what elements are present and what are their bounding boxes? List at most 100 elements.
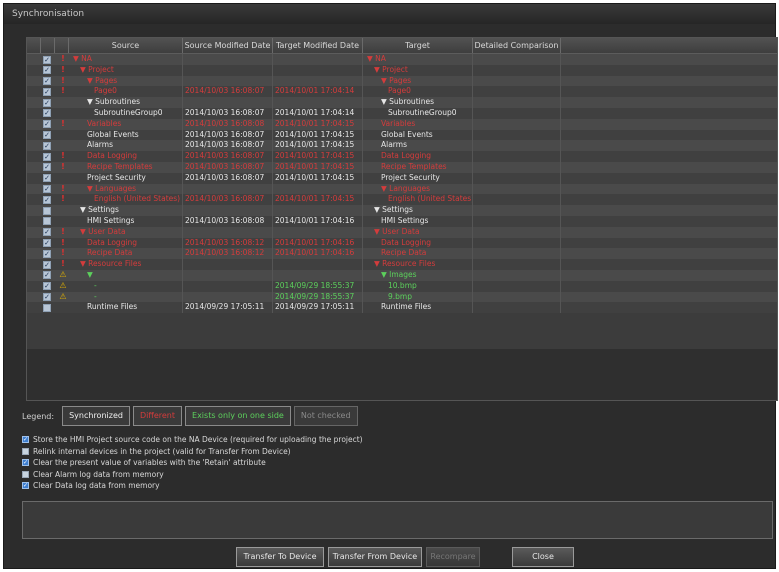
header-source-modified-date[interactable]: Source Modified Date: [183, 38, 273, 53]
cell-detailed-comparison: [473, 75, 561, 87]
transfer-to-device-button[interactable]: Transfer To Device: [236, 547, 324, 567]
row-checkbox[interactable]: [43, 303, 51, 312]
table-row[interactable]: Alarms2014/10/03 16:08:072014/10/01 17:0…: [27, 140, 777, 152]
cell-source-date: [183, 259, 273, 270]
row-checkbox[interactable]: [43, 55, 51, 64]
recompare-button[interactable]: Recompare: [426, 547, 480, 567]
transfer-from-device-button[interactable]: Transfer From Device: [328, 547, 422, 567]
cell-source-date: 2014/10/03 16:08:07: [183, 161, 273, 173]
cell-target-date: 2014/10/01 17:04:15: [273, 129, 363, 141]
table-row[interactable]: ! ▼ Resource Files ▼ Resource Files: [27, 259, 777, 270]
table-row[interactable]: ⚠- 2014/09/29 18:55:379.bmp: [27, 291, 777, 303]
option-item[interactable]: Clear Data log data from memory: [22, 480, 363, 492]
table-row[interactable]: !Variables2014/10/03 16:08:082014/10/01 …: [27, 118, 777, 130]
table-row[interactable]: Global Events2014/10/03 16:08:072014/10/…: [27, 129, 777, 141]
cell-target: Runtime Files: [363, 302, 473, 314]
option-checkbox[interactable]: [22, 447, 29, 455]
cell-detailed-comparison: [473, 291, 561, 303]
table-row[interactable]: ! ▼ Project ▼ Project: [27, 64, 777, 76]
table-row[interactable]: HMI Settings 2014/10/03 16:08:08 2014/10/0…: [27, 215, 777, 227]
cell-source-date: [183, 97, 273, 108]
empty-flag: [58, 108, 68, 119]
row-checkbox[interactable]: [43, 163, 51, 172]
cell-source-date: [183, 64, 273, 76]
cell-target: ▼ Pages: [363, 75, 473, 87]
row-checkbox[interactable]: [43, 131, 51, 140]
option-checkbox[interactable]: [22, 436, 29, 443]
cell-source: SubroutineGroup0: [69, 107, 183, 119]
row-checkbox[interactable]: [43, 174, 51, 183]
cell-detailed-comparison: [473, 302, 561, 314]
cell-source: ▼ Subroutines: [69, 97, 183, 108]
option-checkbox[interactable]: [22, 459, 29, 466]
row-checkbox[interactable]: [43, 120, 51, 129]
row-checkbox[interactable]: [43, 87, 51, 96]
cell-target-date: [273, 259, 363, 270]
table-row[interactable]: !English (United States)2014/10/03 16:08…: [27, 194, 777, 206]
cell-target-date: [273, 226, 363, 238]
row-checkbox[interactable]: [43, 109, 51, 118]
header-target-modified-date[interactable]: Target Modified Date: [273, 38, 363, 53]
table-row[interactable]: ! ▼ Pages ▼ Pages: [27, 75, 777, 87]
row-checkbox[interactable]: [43, 239, 51, 248]
option-item[interactable]: Store the HMI Project source code on the…: [22, 434, 363, 446]
cell-detailed-comparison: [473, 248, 561, 260]
row-checkbox[interactable]: [43, 260, 51, 269]
cell-source-date: 2014/10/03 16:08:12: [183, 237, 273, 249]
table-row[interactable]: !Recipe Data2014/10/03 16:08:122014/10/0…: [27, 248, 777, 260]
cell-source: HMI Settings: [69, 215, 183, 227]
table-row[interactable]: ⚠▼ ▼ Images: [27, 269, 777, 281]
option-item[interactable]: Clear the present value of variables wit…: [22, 457, 363, 469]
header-target[interactable]: Target: [363, 38, 473, 53]
cell-target-date: 2014/10/01 17:04:15: [273, 161, 363, 173]
row-checkbox[interactable]: [43, 206, 51, 215]
cell-source-date: [183, 183, 273, 195]
cell-detailed-comparison: [473, 140, 561, 152]
row-checkbox[interactable]: [43, 152, 51, 161]
option-checkbox[interactable]: [22, 482, 29, 489]
cell-detailed-comparison: [473, 226, 561, 238]
row-checkbox[interactable]: [43, 141, 51, 150]
table-row[interactable]: SubroutineGroup02014/10/03 16:08:072014/…: [27, 107, 777, 119]
table-row[interactable]: ▼ Subroutines ▼ Subroutines: [27, 97, 777, 108]
row-checkbox[interactable]: [43, 271, 51, 280]
table-row[interactable]: ! ▼ Languages ▼ Languages: [27, 183, 777, 195]
row-checkbox[interactable]: [43, 228, 51, 237]
cell-target-date: 2014/09/29 18:55:37: [273, 291, 363, 303]
row-checkbox[interactable]: [43, 293, 51, 302]
cell-source-date: [183, 226, 273, 238]
row-checkbox[interactable]: [43, 66, 51, 75]
cell-target: English (United States): [363, 194, 473, 206]
row-checkbox[interactable]: [43, 77, 51, 86]
cell-detailed-comparison: [473, 64, 561, 76]
row-checkbox[interactable]: [43, 185, 51, 194]
row-checkbox[interactable]: [43, 217, 51, 226]
option-item[interactable]: Relink internal devices in the project (…: [22, 446, 363, 458]
table-row[interactable]: Runtime Files 2014/09/29 17:05:11 2014/09/…: [27, 302, 777, 314]
table-row[interactable]: !Data Logging2014/10/03 16:08:072014/10/…: [27, 151, 777, 162]
cell-source-date: 2014/10/03 16:08:07: [183, 86, 273, 98]
row-checkbox[interactable]: [43, 282, 51, 291]
table-row[interactable]: !Recipe Templates2014/10/03 16:08:072014…: [27, 161, 777, 173]
table-row[interactable]: Project Security2014/10/03 16:08:072014/…: [27, 172, 777, 184]
table-row[interactable]: !Data Logging2014/10/03 16:08:122014/10/…: [27, 237, 777, 249]
row-checkbox[interactable]: [43, 249, 51, 258]
option-checkbox[interactable]: [22, 470, 29, 478]
option-label: Clear Data log data from memory: [33, 481, 160, 490]
table-row[interactable]: !Page02014/10/03 16:08:072014/10/01 17:0…: [27, 86, 777, 98]
option-item[interactable]: Clear Alarm log data from memory: [22, 469, 363, 481]
cell-source: Data Logging: [69, 151, 183, 162]
row-checkbox[interactable]: [43, 195, 51, 204]
comparison-grid[interactable]: Source Source Modified Date Target Modif…: [26, 37, 778, 401]
table-row[interactable]: ⚠- 2014/09/29 18:55:3710.bmp: [27, 280, 777, 292]
table-row[interactable]: ▼ Settings ▼ Settings: [27, 205, 777, 216]
table-row[interactable]: ! ▼ User Data ▼ User Data: [27, 226, 777, 238]
cell-target: 10.bmp: [363, 280, 473, 292]
close-button[interactable]: Close: [512, 547, 574, 567]
cell-source: ▼ Languages: [69, 183, 183, 195]
row-checkbox[interactable]: [43, 98, 51, 107]
header-source[interactable]: Source: [69, 38, 183, 53]
header-detailed-comparison[interactable]: Detailed Comparison: [473, 38, 561, 53]
cell-source: Recipe Templates: [69, 161, 183, 173]
table-row[interactable]: ! ▼ NA ▼ NA: [27, 54, 777, 65]
